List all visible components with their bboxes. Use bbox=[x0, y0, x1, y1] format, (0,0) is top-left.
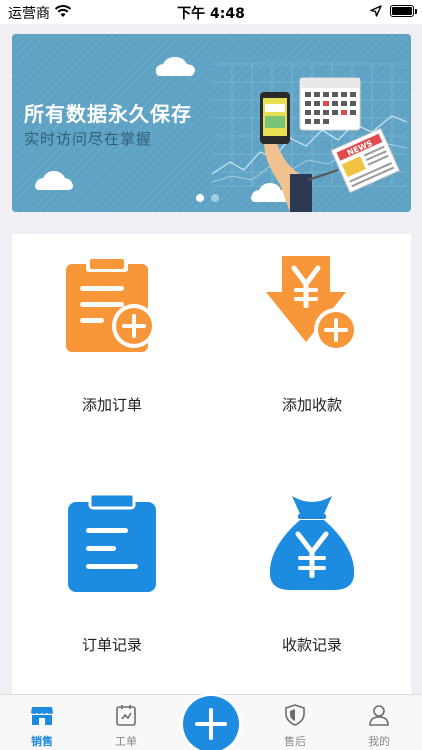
tab-after-sales[interactable]: 售后 bbox=[265, 695, 325, 750]
user-icon bbox=[369, 705, 389, 726]
status-time: 下午 4:48 bbox=[177, 6, 245, 22]
add-fab-button[interactable] bbox=[183, 696, 239, 750]
payment-records-icon bbox=[269, 496, 355, 590]
add-order-button[interactable]: 添加订单 bbox=[12, 234, 212, 464]
carousel-dot[interactable] bbox=[196, 194, 204, 202]
order-records-icon bbox=[68, 492, 156, 592]
carousel-dot[interactable] bbox=[211, 194, 219, 202]
shield-icon bbox=[285, 704, 305, 726]
tab-after-sales-label: 售后 bbox=[284, 735, 306, 748]
tab-mine-label: 我的 bbox=[368, 735, 390, 748]
battery-icon bbox=[390, 5, 417, 17]
location-arrow-icon bbox=[370, 5, 382, 17]
payment-records-label: 收款记录 bbox=[281, 636, 342, 654]
tab-sales-label: 销售 bbox=[31, 735, 53, 748]
status-bar: 运营商 下午 4:48 bbox=[0, 0, 422, 24]
add-payment-button[interactable]: 添加收款 bbox=[212, 234, 412, 464]
order-records-label: 订单记录 bbox=[81, 636, 142, 654]
carousel-dots bbox=[196, 194, 219, 202]
tab-work-order[interactable]: 工单 bbox=[96, 695, 156, 750]
store-icon bbox=[31, 707, 53, 725]
add-order-icon bbox=[66, 256, 156, 352]
order-records-button[interactable]: 订单记录 bbox=[12, 474, 212, 704]
add-order-label: 添加订单 bbox=[81, 396, 142, 414]
banner-title: 所有数据永久保存 bbox=[24, 102, 192, 126]
add-payment-icon bbox=[266, 256, 358, 352]
tab-mine[interactable]: 我的 bbox=[349, 695, 409, 750]
work-order-icon bbox=[116, 705, 136, 726]
action-grid: 添加订单 添加收款 订单记录 收款记录 bbox=[12, 234, 411, 694]
add-payment-label: 添加收款 bbox=[281, 396, 342, 414]
banner-subtitle: 实时访问尽在掌握 bbox=[24, 130, 153, 148]
promo-banner[interactable]: NEWS 所有数据永久保存 实时访问尽在掌握 bbox=[12, 34, 411, 212]
tab-sales[interactable]: 销售 bbox=[12, 695, 72, 750]
tab-work-order-label: 工单 bbox=[115, 735, 137, 748]
plus-icon bbox=[195, 708, 227, 740]
payment-records-button[interactable]: 收款记录 bbox=[212, 474, 412, 704]
